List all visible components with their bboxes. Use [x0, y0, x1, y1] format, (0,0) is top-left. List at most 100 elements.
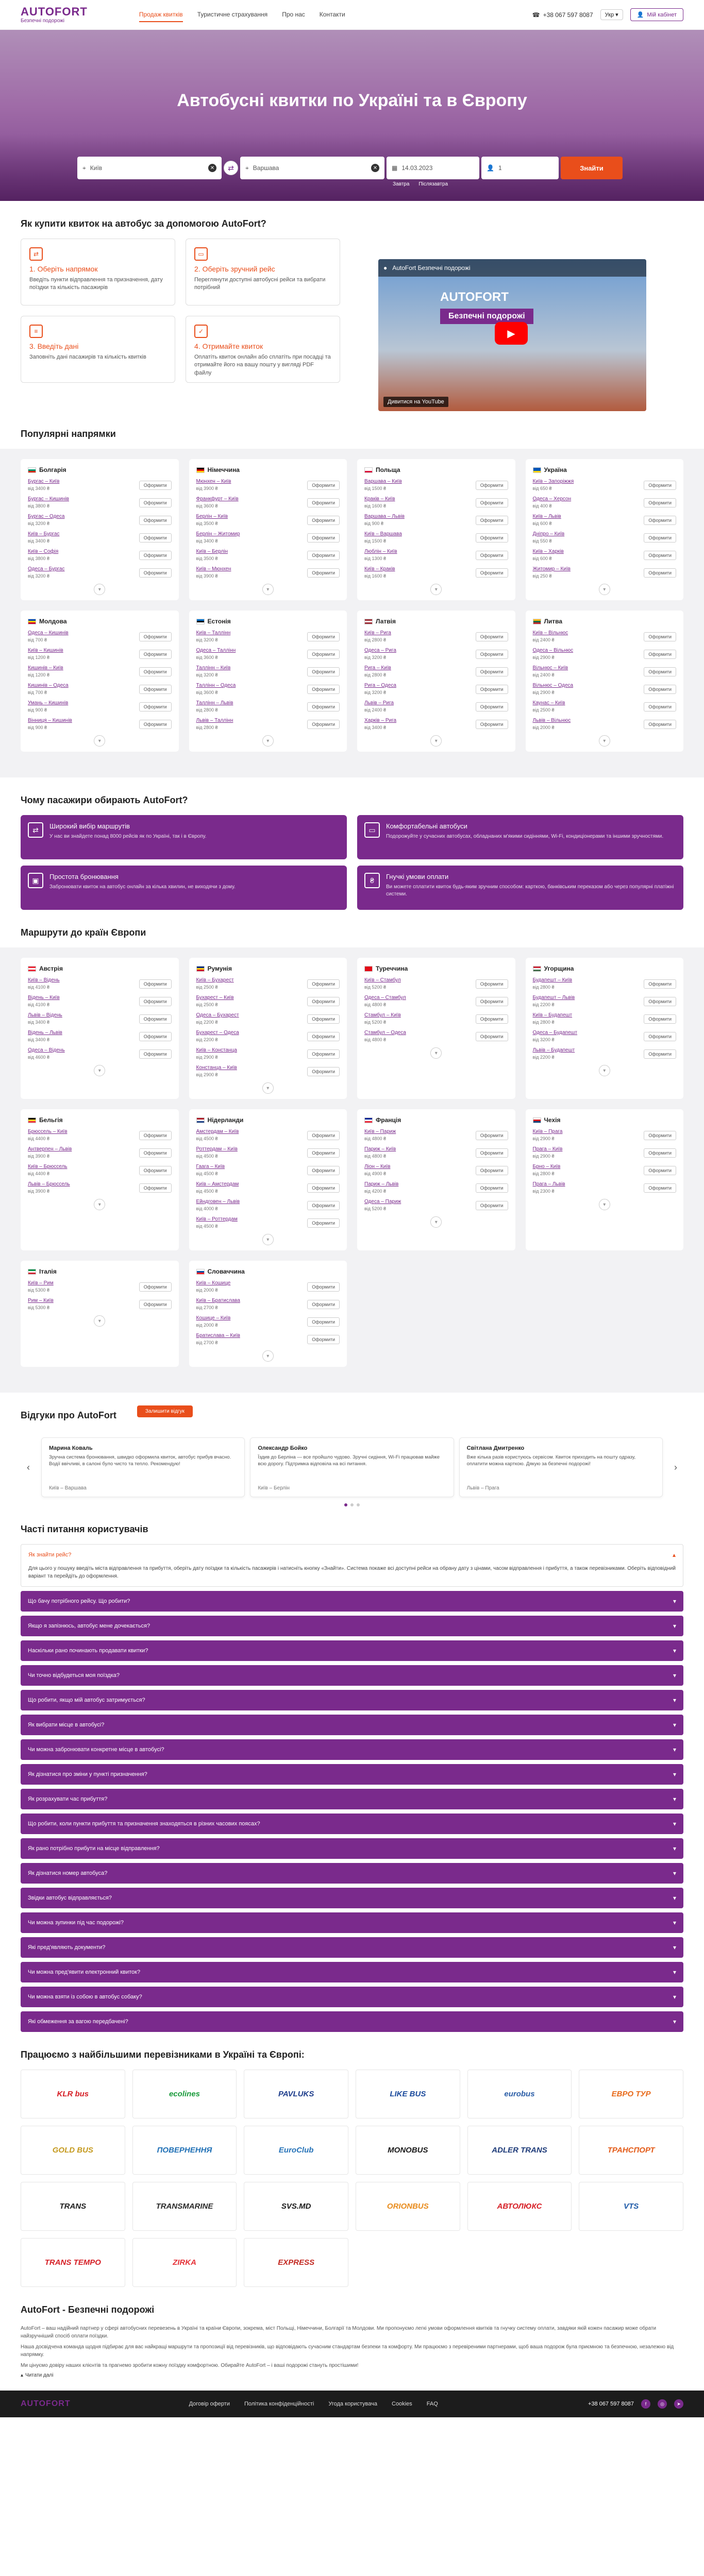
- route-link[interactable]: Роттердам – Київ: [196, 1146, 238, 1152]
- route-link[interactable]: Київ – Вільнюс: [533, 630, 568, 636]
- route-link[interactable]: Рига – Київ: [364, 665, 391, 671]
- route-link[interactable]: Київ – Будапешт: [533, 1012, 573, 1018]
- route-link[interactable]: Вінниця – Кишинів: [28, 718, 72, 723]
- faq-question[interactable]: Чи можна взяти із собою в автобус собаку…: [21, 1987, 683, 2007]
- nav-contacts[interactable]: Контакти: [320, 8, 345, 22]
- chevron-down-icon[interactable]: ▾: [430, 1047, 442, 1059]
- route-link[interactable]: Будапешт – Київ: [533, 977, 573, 983]
- book-button[interactable]: Оформити: [644, 649, 676, 659]
- book-button[interactable]: Оформити: [644, 702, 676, 711]
- book-button[interactable]: Оформити: [307, 550, 340, 560]
- book-button[interactable]: Оформити: [139, 480, 172, 490]
- book-button[interactable]: Оформити: [139, 1183, 172, 1193]
- faq-item[interactable]: Як рано потрібно прибути на місце відпра…: [21, 1838, 683, 1859]
- route-link[interactable]: Київ – Роттердам: [196, 1216, 238, 1222]
- route-link[interactable]: Рим – Київ: [28, 1298, 54, 1303]
- carousel-dot[interactable]: [357, 1503, 360, 1506]
- header-phone[interactable]: ☎ +38 067 597 8087: [532, 11, 593, 19]
- footer-link[interactable]: Cookies: [392, 2401, 412, 2407]
- faq-question[interactable]: Що робити, коли пункти прибуття та призн…: [21, 1814, 683, 1834]
- faq-question[interactable]: Як дізнатися про зміни у пункті призначе…: [21, 1764, 683, 1785]
- play-icon[interactable]: ▶: [495, 322, 528, 345]
- book-button[interactable]: Оформити: [139, 1130, 172, 1140]
- route-link[interactable]: Мюнхен – Київ: [196, 479, 231, 484]
- route-link[interactable]: Київ – Констанца: [196, 1047, 237, 1053]
- book-button[interactable]: Оформити: [644, 996, 676, 1006]
- chevron-down-icon[interactable]: ▾: [94, 1065, 106, 1076]
- faq-item[interactable]: Чи можна зупинки під час подорожі? ▾: [21, 1912, 683, 1933]
- route-link[interactable]: Таллінн – Львів: [196, 700, 233, 706]
- route-link[interactable]: Братислава – Київ: [196, 1333, 240, 1338]
- youtube-link[interactable]: Дивитися на YouTube: [383, 397, 448, 407]
- chevron-down-icon[interactable]: ▾: [262, 1082, 274, 1094]
- read-more-link[interactable]: ▴ Читати далі: [21, 2372, 683, 2378]
- route-link[interactable]: Констанца – Київ: [196, 1065, 237, 1071]
- route-link[interactable]: Брюссель – Київ: [28, 1129, 68, 1134]
- book-button[interactable]: Оформити: [307, 480, 340, 490]
- faq-item[interactable]: Наскільки рано починають продавати квитк…: [21, 1640, 683, 1661]
- route-link[interactable]: Люблін – Київ: [364, 549, 397, 554]
- route-link[interactable]: Краків – Київ: [364, 496, 395, 502]
- route-link[interactable]: Кишинів – Київ: [28, 665, 63, 671]
- chevron-down-icon[interactable]: ▾: [598, 584, 610, 595]
- book-button[interactable]: Оформити: [307, 632, 340, 641]
- book-button[interactable]: Оформити: [139, 1049, 172, 1059]
- language-select[interactable]: Укр ▾: [600, 9, 623, 20]
- route-link[interactable]: Київ – Брюссель: [28, 1164, 68, 1170]
- footer-logo[interactable]: AUTOFORT: [21, 2400, 71, 2408]
- footer-link[interactable]: Угода користувача: [328, 2401, 377, 2407]
- book-button[interactable]: Оформити: [644, 480, 676, 490]
- route-link[interactable]: Київ – Стамбул: [364, 977, 401, 983]
- route-link[interactable]: Таллінн – Одеса: [196, 683, 236, 688]
- route-link[interactable]: Харків – Рига: [364, 718, 396, 723]
- book-button[interactable]: Оформити: [475, 533, 508, 543]
- nav-insurance[interactable]: Туристичне страхування: [197, 8, 268, 22]
- route-link[interactable]: Київ – Братислава: [196, 1298, 240, 1303]
- route-link[interactable]: Берлін – Житомир: [196, 531, 240, 537]
- book-button[interactable]: Оформити: [307, 1218, 340, 1228]
- book-button[interactable]: Оформити: [139, 1165, 172, 1175]
- route-link[interactable]: Відень – Київ: [28, 995, 60, 1001]
- book-button[interactable]: Оформити: [475, 719, 508, 729]
- route-link[interactable]: Львів – Таллінн: [196, 718, 233, 723]
- swap-icon[interactable]: ⇄: [224, 161, 238, 175]
- route-link[interactable]: Київ – Львів: [533, 514, 561, 519]
- book-button[interactable]: Оформити: [475, 1165, 508, 1175]
- route-link[interactable]: Київ – Париж: [364, 1129, 396, 1134]
- date-field[interactable]: ▦ 14.03.2023: [387, 157, 479, 179]
- book-button[interactable]: Оформити: [644, 1148, 676, 1158]
- book-button[interactable]: Оформити: [475, 550, 508, 560]
- faq-question[interactable]: Що бачу потрібного рейсу. Що робити? ▾: [21, 1591, 683, 1612]
- route-link[interactable]: Бургас – Одеса: [28, 514, 64, 519]
- book-button[interactable]: Оформити: [139, 719, 172, 729]
- route-link[interactable]: Прага – Львів: [533, 1181, 565, 1187]
- route-link[interactable]: Варшава – Київ: [364, 479, 402, 484]
- book-button[interactable]: Оформити: [475, 667, 508, 676]
- faq-item[interactable]: Звідки автобус відправляється? ▾: [21, 1888, 683, 1908]
- faq-question[interactable]: Як знайти рейс? ▴: [21, 1544, 683, 1565]
- book-button[interactable]: Оформити: [139, 649, 172, 659]
- book-button[interactable]: Оформити: [307, 684, 340, 694]
- route-link[interactable]: Париж – Львів: [364, 1181, 398, 1187]
- route-link[interactable]: Бургас – Київ: [28, 479, 59, 484]
- route-link[interactable]: Париж – Київ: [364, 1146, 396, 1152]
- book-button[interactable]: Оформити: [475, 996, 508, 1006]
- route-link[interactable]: Київ – Відень: [28, 977, 60, 983]
- route-link[interactable]: Вільнюс – Київ: [533, 665, 568, 671]
- route-link[interactable]: Стамбул – Одеса: [364, 1030, 406, 1036]
- book-button[interactable]: Оформити: [475, 979, 508, 989]
- faq-question[interactable]: Як розрахувати час прибуття? ▾: [21, 1789, 683, 1809]
- route-link[interactable]: Київ – Варшава: [364, 531, 402, 537]
- book-button[interactable]: Оформити: [139, 515, 172, 525]
- faq-question[interactable]: Якщо я запізнюсь, автобус мене дочекаєть…: [21, 1616, 683, 1636]
- route-link[interactable]: Одеса – Таллінн: [196, 648, 236, 653]
- route-link[interactable]: Бухарест – Київ: [196, 995, 234, 1001]
- from-field[interactable]: ⌖ Київ ✕: [77, 157, 222, 179]
- route-link[interactable]: Гаага – Київ: [196, 1164, 225, 1170]
- book-button[interactable]: Оформити: [139, 996, 172, 1006]
- book-button[interactable]: Оформити: [644, 533, 676, 543]
- book-button[interactable]: Оформити: [307, 1200, 340, 1210]
- chevron-down-icon[interactable]: ▾: [94, 1315, 106, 1327]
- route-link[interactable]: Бургас – Кишинів: [28, 496, 69, 502]
- faq-item[interactable]: Якщо я запізнюсь, автобус мене дочекаєть…: [21, 1616, 683, 1636]
